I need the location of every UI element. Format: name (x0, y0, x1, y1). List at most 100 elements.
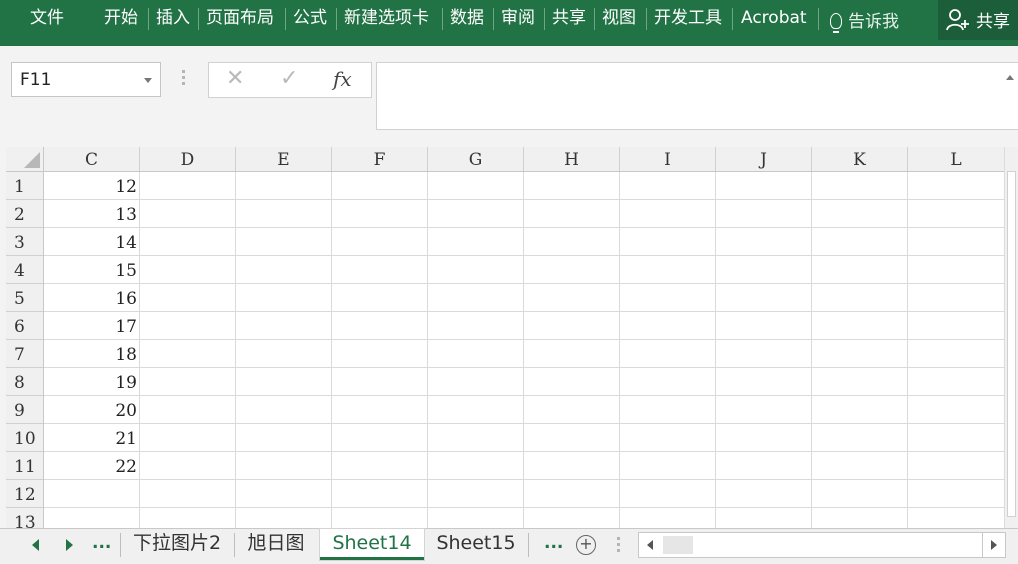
scrollbar-thumb[interactable] (1007, 171, 1016, 517)
row-header[interactable]: 1 (6, 172, 43, 200)
tab-separator (120, 533, 121, 557)
select-all-button[interactable] (6, 147, 44, 172)
cell-value[interactable]: 18 (44, 340, 137, 368)
tab-separator (732, 8, 733, 30)
horizontal-scrollbar[interactable] (638, 532, 1006, 558)
scrollbar-divider (982, 533, 983, 557)
column-header-e[interactable]: E (236, 147, 332, 171)
formula-input[interactable] (376, 62, 1018, 130)
column-header-j[interactable]: J (716, 147, 812, 171)
cell-value[interactable]: 16 (44, 284, 137, 312)
sheet-tab[interactable]: 旭日图 (236, 529, 316, 560)
cell-value[interactable]: 15 (44, 256, 137, 284)
more-sheets-right-button[interactable]: ... (544, 533, 563, 553)
check-icon[interactable]: ✓ (280, 66, 298, 91)
column-header-k[interactable]: K (812, 147, 908, 171)
more-sheets-left-button[interactable]: ... (92, 533, 111, 553)
grid-line (44, 199, 1004, 200)
grid-line (44, 395, 1004, 396)
row-header[interactable]: 3 (6, 228, 43, 256)
row-header[interactable]: 2 (6, 200, 43, 228)
next-sheet-icon[interactable] (66, 539, 73, 551)
row-header[interactable]: 4 (6, 256, 43, 284)
row-header[interactable]: 7 (6, 340, 43, 368)
cell-grid[interactable]: 12 13 14 15 16 17 18 19 20 21 22 (44, 172, 1004, 528)
row-header[interactable]: 12 (6, 480, 43, 508)
sheet-tab-bar: ... 下拉图片2 旭日图 Sheet14 Sheet15 ... + (0, 528, 1018, 564)
ribbon-bar: 文件 开始 插入 页面布局 公式 新建选项卡 数据 审阅 共享 视图 开发工具 … (0, 0, 1018, 46)
vertical-scrollbar[interactable] (1004, 147, 1018, 528)
cell-value[interactable]: 12 (44, 172, 137, 200)
tab-separator (285, 8, 286, 30)
tab-home[interactable]: 开始 (104, 7, 138, 29)
grid-line (44, 255, 1004, 256)
row-headers: 1 2 3 4 5 6 7 8 9 10 11 12 13 (6, 172, 44, 528)
scroll-right-icon[interactable] (991, 540, 997, 550)
tab-file[interactable]: 文件 (30, 7, 64, 29)
tab-acrobat[interactable]: Acrobat (741, 7, 807, 29)
sheet-tab[interactable]: Sheet15 (426, 529, 526, 560)
column-header-g[interactable]: G (428, 147, 524, 171)
scrollbar-thumb[interactable] (663, 536, 693, 554)
column-header-f[interactable]: F (332, 147, 428, 171)
tab-formulas[interactable]: 公式 (293, 7, 327, 29)
row-header[interactable]: 11 (6, 452, 43, 480)
add-sheet-icon[interactable]: + (576, 535, 596, 555)
cell-value[interactable]: 17 (44, 312, 137, 340)
grid-line (44, 507, 1004, 508)
grid-line (44, 283, 1004, 284)
person-add-icon (946, 9, 969, 31)
row-header[interactable]: 6 (6, 312, 43, 340)
scroll-left-icon[interactable] (647, 540, 653, 550)
cell-value[interactable]: 14 (44, 228, 137, 256)
tab-data[interactable]: 数据 (450, 7, 484, 29)
cell-value[interactable]: 20 (44, 396, 137, 424)
cell-value[interactable]: 22 (44, 452, 137, 480)
split-handle-icon[interactable] (617, 537, 620, 555)
cancel-icon[interactable]: ✕ (226, 66, 244, 91)
row-header[interactable]: 13 (6, 508, 43, 528)
column-header-c[interactable]: C (44, 147, 140, 171)
tab-page-layout[interactable]: 页面布局 (206, 7, 274, 29)
column-header-i[interactable]: I (620, 147, 716, 171)
grid-line (44, 479, 1004, 480)
tab-view[interactable]: 视图 (602, 7, 636, 29)
row-header[interactable]: 9 (6, 396, 43, 424)
cell-value[interactable]: 21 (44, 424, 137, 452)
grid-line (331, 172, 332, 528)
drag-handle-icon[interactable] (182, 70, 185, 88)
share-button[interactable]: 共享 (938, 0, 1018, 40)
cell-value[interactable]: 13 (44, 200, 137, 228)
tab-new-tab[interactable]: 新建选项卡 (344, 7, 429, 29)
row-header[interactable]: 8 (6, 368, 43, 396)
select-all-icon (24, 152, 40, 168)
grid-line (44, 311, 1004, 312)
sheet-tab-active[interactable]: Sheet14 (320, 529, 424, 560)
tab-separator (148, 8, 149, 30)
column-header-h[interactable]: H (524, 147, 620, 171)
lightbulb-icon (830, 13, 842, 33)
tab-review[interactable]: 审阅 (501, 7, 535, 29)
chevron-down-icon[interactable] (144, 78, 152, 83)
name-box[interactable]: F11 (11, 62, 161, 97)
column-header-l[interactable]: L (908, 147, 1004, 171)
tab-insert[interactable]: 插入 (156, 7, 190, 29)
grid-line (619, 172, 620, 528)
prev-sheet-icon[interactable] (32, 539, 39, 551)
grid-line (811, 172, 812, 528)
row-header[interactable]: 10 (6, 424, 43, 452)
sheet-tab[interactable]: 下拉图片2 (122, 529, 232, 560)
tab-separator (594, 8, 595, 30)
tab-developer[interactable]: 开发工具 (654, 7, 722, 29)
tab-separator (493, 8, 494, 30)
grid-line (44, 367, 1004, 368)
cell-value[interactable]: 19 (44, 368, 137, 396)
row-header[interactable]: 5 (6, 284, 43, 312)
column-header-d[interactable]: D (140, 147, 236, 171)
tell-me-box[interactable]: 告诉我 (830, 7, 899, 33)
chevron-up-icon[interactable] (1006, 75, 1014, 80)
tab-share[interactable]: 共享 (552, 7, 586, 29)
insert-function-icon[interactable]: fx (333, 67, 352, 91)
formula-buttons: ✕ ✓ fx (208, 62, 372, 98)
tell-me-label: 告诉我 (848, 12, 899, 32)
